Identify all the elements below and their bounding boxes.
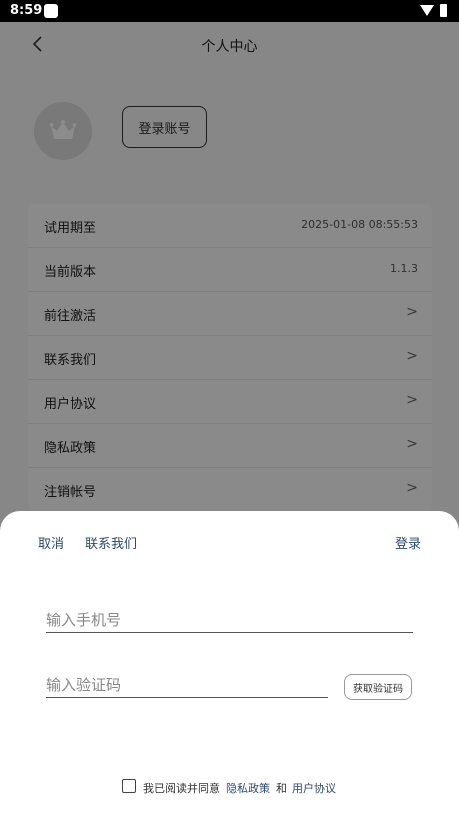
agree-text: 我已阅读并同意: [143, 782, 220, 795]
terms-link[interactable]: 用户协议: [292, 780, 336, 796]
contact-us-button[interactable]: 联系我们: [85, 533, 137, 552]
wifi-icon: [420, 5, 434, 16]
battery-icon: [440, 4, 447, 17]
status-bar: 8:59: [0, 0, 459, 22]
phone-input[interactable]: [46, 611, 413, 633]
verification-code-input[interactable]: [46, 676, 328, 698]
privacy-link[interactable]: 隐私政策: [226, 780, 270, 796]
get-code-button[interactable]: 获取验证码: [344, 674, 412, 700]
login-sheet: 取消 联系我们 登录 获取验证码 我已阅读并同意 隐私政策 和 用户协议: [0, 511, 459, 817]
agree-checkbox[interactable]: [122, 779, 136, 793]
notification-icon: [44, 4, 58, 18]
and-text: 和: [276, 782, 287, 795]
login-button[interactable]: 登录: [395, 533, 421, 552]
status-time: 8:59: [10, 3, 43, 18]
cancel-button[interactable]: 取消: [38, 533, 64, 552]
